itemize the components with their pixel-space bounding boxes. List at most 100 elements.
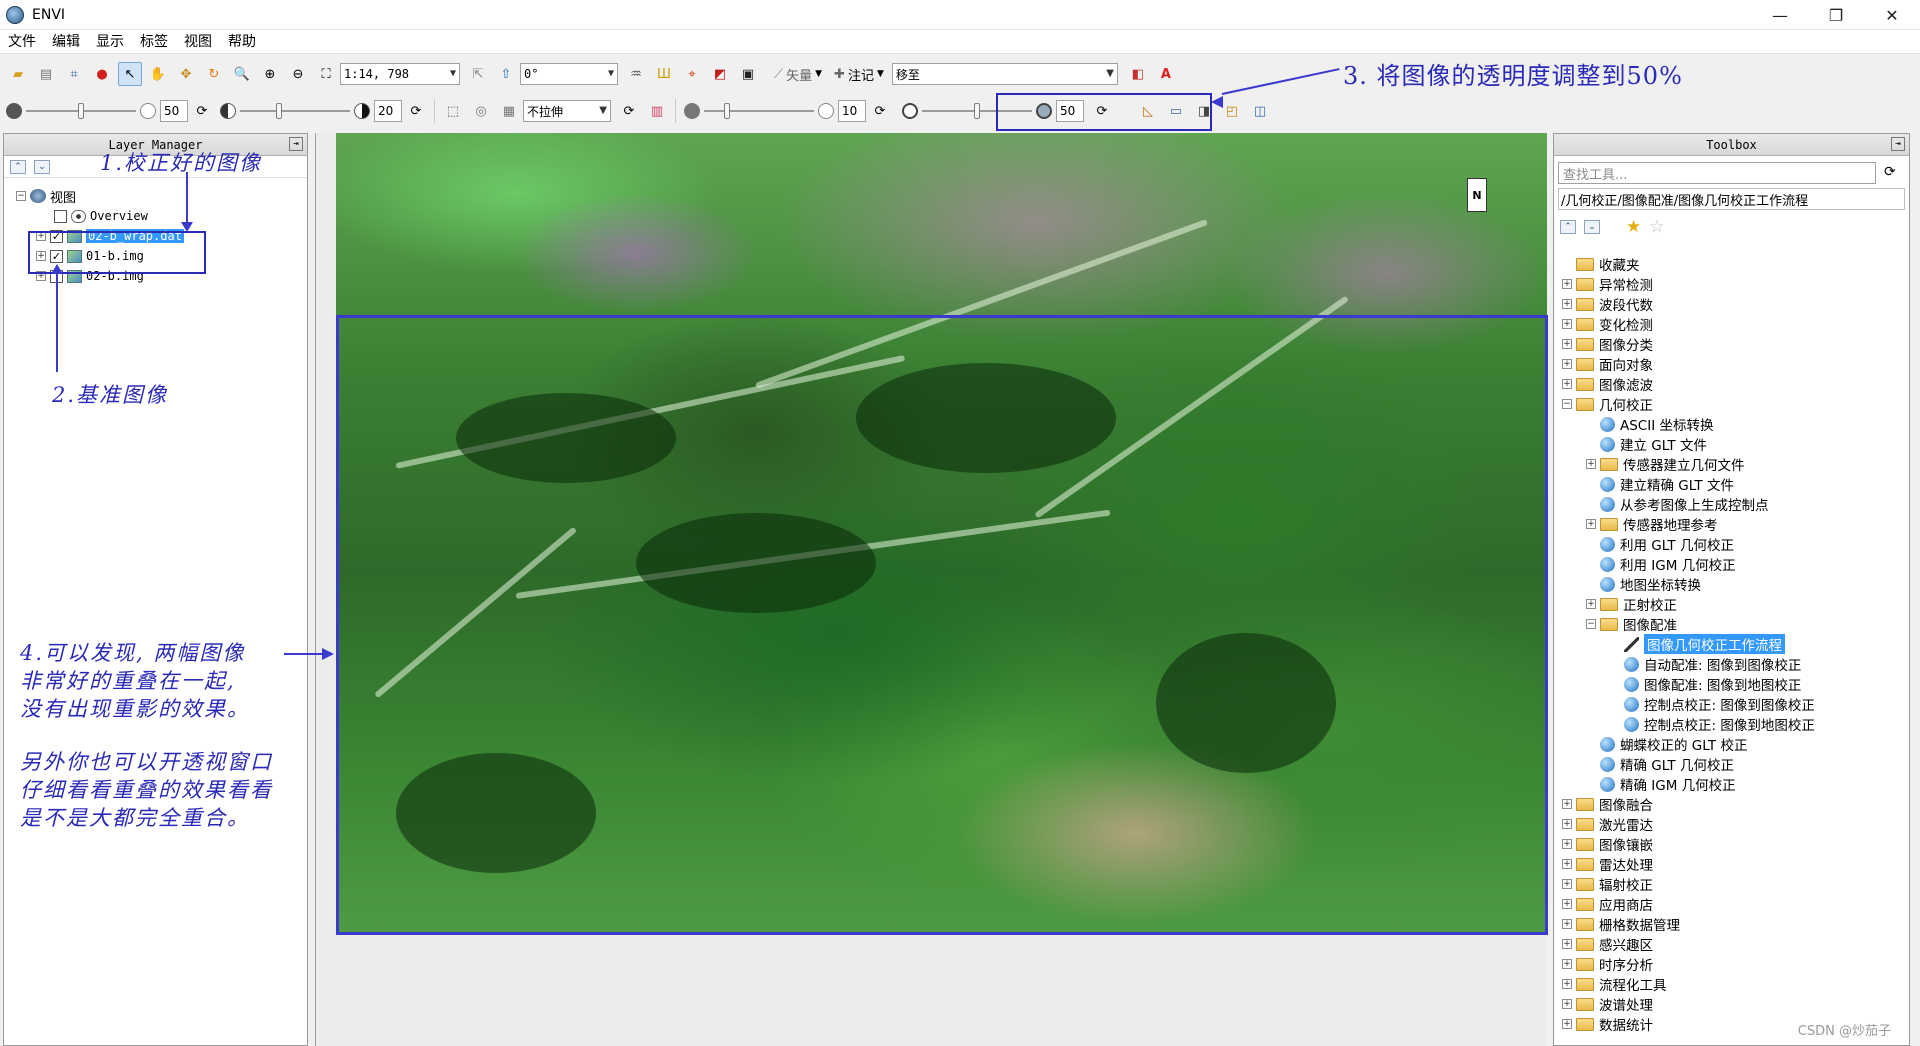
toolbox-item[interactable]: 图像几何校正工作流程 [1562,634,1899,654]
rotate-left-icon[interactable]: ⇱ [466,62,490,86]
expand-icon[interactable]: + [1562,919,1572,929]
toolbox-item[interactable]: + 辐射校正 [1562,874,1899,894]
cursor-value-icon[interactable]: ♒ [624,62,648,86]
favorite-add-icon[interactable]: ★ [1626,217,1641,237]
toolbox-item[interactable]: + 传感器地理参考 [1562,514,1899,534]
roi-icon[interactable]: ◩ [708,62,732,86]
collapse-all-icon[interactable]: ⌃ [10,159,26,174]
stretch-combo[interactable]: 不拉伸 ▼ [523,100,611,122]
export-icon[interactable]: ◧ [1126,62,1150,86]
toolbox-item[interactable]: + 时序分析 [1562,954,1899,974]
tree-row-view[interactable]: − 视图 [16,186,307,206]
crosshair-icon[interactable]: ⌖ [680,62,704,86]
slider-thumb[interactable] [276,103,282,119]
pan-hand-icon[interactable]: ✋ [146,62,170,86]
zoom-icon[interactable]: 🔍 [230,62,254,86]
toolbox-item[interactable]: 建立精确 GLT 文件 [1562,474,1899,494]
expand-all-icon[interactable]: ⌄ [1584,220,1600,234]
toolbox-item[interactable]: − 几何校正 [1562,394,1899,414]
toolbox-item[interactable]: + 正射校正 [1562,594,1899,614]
select-arrow-icon[interactable]: ↖ [118,62,142,86]
expand-icon[interactable]: + [1562,979,1572,989]
expand-icon[interactable]: + [1562,839,1572,849]
toolbox-item[interactable]: 图像配准: 图像到地图校正 [1562,674,1899,694]
expand-icon[interactable]: + [1586,519,1596,529]
pin-icon[interactable]: ⇥ [1891,137,1905,151]
refresh-icon[interactable]: ⟳ [617,99,641,123]
toolbox-item[interactable]: 蝴蝶校正的 GLT 校正 [1562,734,1899,754]
zoom-out-icon[interactable]: ⊖ [286,62,310,86]
refresh-icon[interactable]: ⟳ [1884,164,1896,180]
collapse-icon[interactable]: − [1586,619,1596,629]
toolbox-item[interactable]: + 图像镶嵌 [1562,834,1899,854]
swipe-icon[interactable]: ◫ [1248,99,1272,123]
expand-icon[interactable]: + [1562,279,1572,289]
annotation-button[interactable]: ✚ 注记 ▼ [834,65,884,84]
toolbox-item[interactable]: ASCII 坐标转换 [1562,414,1899,434]
expand-icon[interactable]: + [1562,879,1572,889]
toolbox-item[interactable]: + 异常检测 [1562,274,1899,294]
refresh-icon[interactable]: ⟳ [190,99,214,123]
tree-row-overview[interactable]: Overview [16,206,307,226]
slider-thumb[interactable] [974,103,980,119]
pin-icon[interactable]: ⇥ [289,137,303,151]
expand-icon[interactable]: + [1562,1019,1572,1029]
slider-thumb[interactable] [724,103,730,119]
toolbox-item[interactable]: + 感兴趣区 [1562,934,1899,954]
expand-icon[interactable]: + [1562,339,1572,349]
display-icon[interactable]: ▣ [736,62,760,86]
toolbox-item[interactable]: 从参考图像上生成控制点 [1562,494,1899,514]
brightness-value[interactable]: 50 [160,100,188,122]
goto-combo[interactable]: 移至 ▼ [891,63,1118,85]
expand-icon[interactable]: + [1562,899,1572,909]
favorite-remove-icon[interactable]: ☆ [1649,217,1664,237]
expand-icon[interactable]: + [1562,939,1572,949]
expand-icon[interactable]: + [1562,999,1572,1009]
zoom-in-icon[interactable]: ⊕ [258,62,282,86]
toolbox-item[interactable]: 收藏夹 [1562,254,1899,274]
toolbox-item[interactable]: + 图像分类 [1562,334,1899,354]
toolbox-search-input[interactable]: 查找工具... [1558,162,1876,184]
expand-icon[interactable]: + [1562,799,1572,809]
menu-view[interactable]: 视图 [176,30,220,54]
contrast-value[interactable]: 20 [374,100,402,122]
flicker-icon[interactable]: ◰ [1220,99,1244,123]
toolbox-item[interactable]: − 图像配准 [1562,614,1899,634]
toolbox-item[interactable]: + 图像滤波 [1562,374,1899,394]
menu-label[interactable]: 标签 [132,30,176,54]
expand-icon[interactable]: + [1586,459,1596,469]
toolbox-item[interactable]: + 传感器建立几何文件 [1562,454,1899,474]
refresh-icon[interactable]: ⟳ [404,99,428,123]
toolbox-item[interactable]: 控制点校正: 图像到图像校正 [1562,694,1899,714]
toolbox-item[interactable]: + 变化检测 [1562,314,1899,334]
toolbox-item[interactable]: 自动配准: 图像到图像校正 [1562,654,1899,674]
histogram-icon[interactable]: ▦ [497,99,521,123]
menu-edit[interactable]: 编辑 [44,30,88,54]
contrast-slider[interactable] [240,100,350,122]
expand-icon[interactable]: + [1562,319,1572,329]
collapse-all-icon[interactable]: ⌃ [1560,220,1576,234]
rotation-combo[interactable]: 0° ▼ [520,63,618,85]
expand-icon[interactable]: + [1562,859,1572,869]
satellite-image[interactable]: N [336,133,1547,933]
expand-icon[interactable]: + [1562,379,1572,389]
expand-icon[interactable]: + [1562,959,1572,969]
clipboard-icon[interactable]: ▤ [34,62,58,86]
expand-icon[interactable]: + [1562,819,1572,829]
toolbox-item[interactable]: 建立 GLT 文件 [1562,434,1899,454]
color-table-icon[interactable]: ▥ [645,99,669,123]
toolbox-item[interactable]: + 应用商店 [1562,894,1899,914]
sharpen-slider[interactable] [704,100,814,122]
collapse-icon[interactable]: − [1562,399,1572,409]
menu-file[interactable]: 文件 [0,30,44,54]
toolbox-item[interactable]: + 波谱处理 [1562,994,1899,1014]
brightness-slider[interactable] [26,100,136,122]
zoom-fit-icon[interactable]: ⛶ [314,62,338,86]
toolbox-item[interactable]: + 激光雷达 [1562,814,1899,834]
toolbox-item[interactable]: 利用 IGM 几何校正 [1562,554,1899,574]
fly-icon[interactable]: ✥ [174,62,198,86]
close-button[interactable]: ✕ [1864,0,1920,30]
band-icon[interactable]: Ш [652,62,676,86]
expand-icon[interactable]: + [1586,599,1596,609]
adobe-icon[interactable]: Α [1154,62,1178,86]
